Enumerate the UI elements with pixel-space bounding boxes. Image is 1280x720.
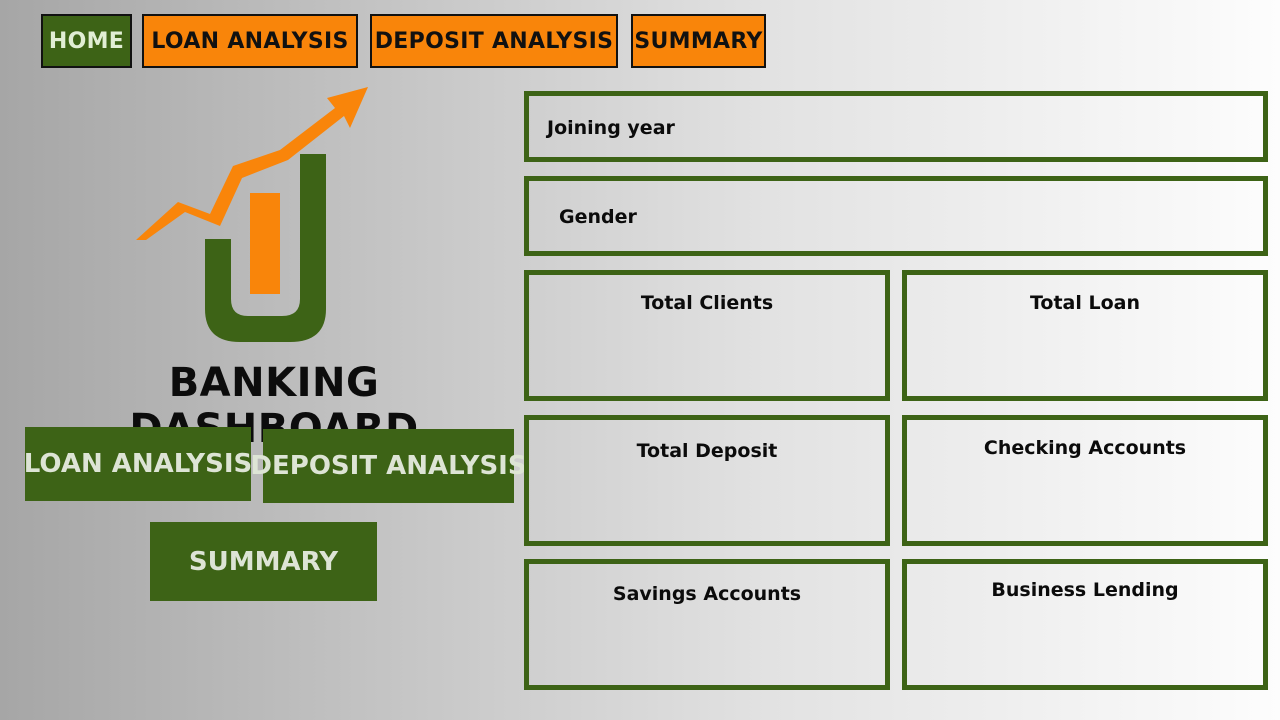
checking-accounts-label: Checking Accounts xyxy=(983,437,1187,459)
nav-home-button[interactable]: HOME xyxy=(41,14,132,68)
deposit-analysis-button[interactable]: DEPOSIT ANALYSIS xyxy=(250,429,527,503)
total-loan-label: Total Loan xyxy=(1029,292,1141,314)
loan-analysis-button[interactable]: LOAN ANALYSIS xyxy=(24,427,252,501)
joining-year-filter[interactable]: Joining year xyxy=(524,91,1268,162)
total-deposit-card: Total Deposit xyxy=(524,415,890,546)
nav-deposit-analysis-button[interactable]: DEPOSIT ANALYSIS xyxy=(370,14,618,68)
savings-accounts-label: Savings Accounts xyxy=(612,583,802,605)
joining-year-label: Joining year xyxy=(547,117,675,139)
total-loan-card: Total Loan xyxy=(902,270,1268,401)
savings-accounts-card: Savings Accounts xyxy=(524,559,890,690)
total-clients-card: Total Clients xyxy=(524,270,890,401)
growth-arrow-bar-logo-icon xyxy=(136,87,368,342)
nav-loan-analysis-button[interactable]: LOAN ANALYSIS xyxy=(142,14,358,68)
business-lending-label: Business Lending xyxy=(991,579,1179,601)
total-deposit-label: Total Deposit xyxy=(636,440,778,462)
summary-button[interactable]: SUMMARY xyxy=(150,522,377,601)
checking-accounts-card: Checking Accounts xyxy=(902,415,1268,546)
business-lending-card: Business Lending xyxy=(902,559,1268,690)
nav-summary-button[interactable]: SUMMARY xyxy=(631,14,766,68)
gender-filter[interactable]: Gender xyxy=(524,176,1268,256)
total-clients-label: Total Clients xyxy=(640,292,774,314)
gender-label: Gender xyxy=(559,206,637,228)
